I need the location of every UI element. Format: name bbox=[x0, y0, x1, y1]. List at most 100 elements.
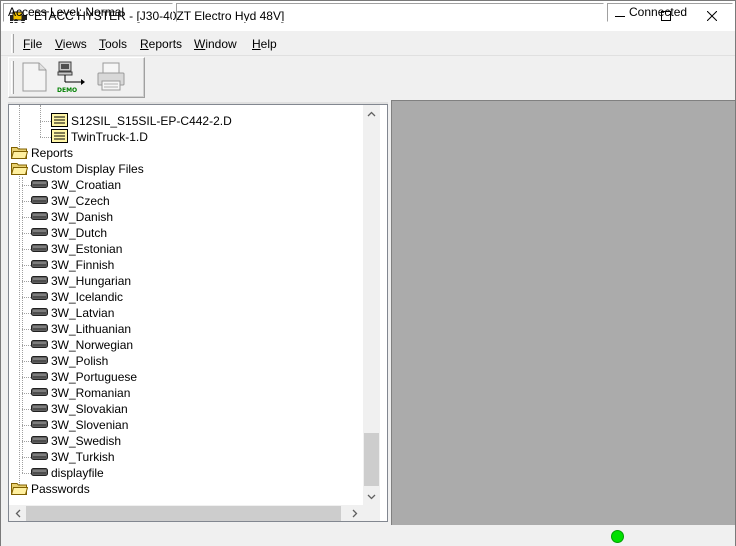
scroll-up-button[interactable] bbox=[363, 105, 380, 122]
tree-item[interactable]: 3W_Norwegian bbox=[31, 337, 133, 353]
tree-connector bbox=[22, 201, 31, 202]
tree-connector bbox=[22, 441, 31, 442]
tree-item[interactable]: Passwords bbox=[10, 481, 90, 498]
tree-item[interactable]: 3W_Slovenian bbox=[31, 417, 128, 433]
tree-item-label: 3W_Slovenian bbox=[51, 418, 129, 432]
menu-window[interactable]: Window bbox=[194, 37, 237, 51]
tree-item[interactable]: 3W_Polish bbox=[31, 353, 108, 369]
demo-button[interactable]: DEMO bbox=[55, 60, 89, 94]
tree-item[interactable]: S12SIL_S15SIL-EP-C442-2.D bbox=[51, 112, 232, 130]
tree-item-label: 3W_Hungarian bbox=[51, 274, 132, 288]
tree-item-label: displayfile bbox=[51, 466, 104, 480]
tree-item-label: 3W_Icelandic bbox=[51, 290, 124, 304]
menu-file[interactable]: File bbox=[23, 37, 42, 51]
access-level-status: Access Level: Normal bbox=[3, 3, 173, 22]
tree-connector bbox=[22, 233, 31, 234]
tree-connector bbox=[22, 473, 31, 474]
tree-item[interactable]: TwinTruck-1.D bbox=[51, 128, 148, 146]
tree-item[interactable]: 3W_Croatian bbox=[31, 177, 121, 193]
tree-item[interactable]: 3W_Swedish bbox=[31, 433, 121, 449]
tree-connector bbox=[22, 345, 31, 346]
tree-connector bbox=[19, 165, 20, 495]
menu-views-mnemonic: V bbox=[55, 37, 63, 51]
scroll-left-button[interactable] bbox=[9, 505, 26, 521]
tree-item[interactable]: Reports bbox=[10, 145, 73, 162]
scroll-right-button[interactable] bbox=[346, 505, 363, 521]
menu-tools-label: ools bbox=[105, 37, 128, 51]
chevron-down-icon bbox=[367, 494, 376, 499]
file-folder-icon bbox=[51, 112, 68, 130]
menu-reports[interactable]: Reports bbox=[140, 37, 182, 51]
tree-item[interactable]: 3W_Slovakian bbox=[31, 401, 128, 417]
demo-badge: DEMO bbox=[57, 87, 77, 94]
display-file-icon bbox=[31, 402, 48, 416]
display-file-icon bbox=[31, 210, 48, 224]
tree-connector bbox=[22, 361, 31, 362]
tree-item-label: 3W_Latvian bbox=[51, 306, 115, 320]
display-file-icon bbox=[31, 386, 48, 400]
chevron-up-icon bbox=[367, 111, 376, 116]
display-file-icon bbox=[31, 274, 48, 288]
tree-item[interactable]: 3W_Danish bbox=[31, 209, 113, 225]
tree-item[interactable]: 3W_Czech bbox=[31, 193, 110, 209]
tree-item-label: 3W_Norwegian bbox=[51, 338, 134, 352]
menu-views[interactable]: Views bbox=[55, 37, 87, 51]
menu-tools[interactable]: Tools bbox=[99, 37, 127, 51]
print-button[interactable] bbox=[94, 60, 128, 94]
tree-connector bbox=[22, 313, 31, 314]
chevron-left-icon bbox=[15, 509, 20, 518]
vertical-scrollbar[interactable] bbox=[363, 105, 380, 505]
tree-item[interactable]: 3W_Lithuanian bbox=[31, 321, 131, 337]
scroll-down-button[interactable] bbox=[363, 488, 380, 505]
display-file-icon bbox=[31, 418, 48, 432]
file-folder-icon bbox=[51, 128, 68, 146]
tree-item[interactable]: 3W_Dutch bbox=[31, 225, 107, 241]
tree-item[interactable]: 3W_Finnish bbox=[31, 257, 114, 273]
display-file-icon bbox=[31, 354, 48, 368]
scrollbar-corner bbox=[363, 505, 380, 521]
tree-item[interactable]: 3W_Romanian bbox=[31, 385, 130, 401]
tree-item-label: 3W_Polish bbox=[51, 354, 109, 368]
app-window: ETACC HYSTER - [J30-40ZT Electro Hyd 48V… bbox=[0, 0, 736, 546]
chevron-right-icon bbox=[352, 509, 357, 518]
toolbar-grip[interactable] bbox=[11, 61, 14, 94]
display-file-icon bbox=[31, 242, 48, 256]
tree-connector bbox=[22, 249, 31, 250]
tree-content: S12SIL_S15SIL-EP-C442-2.D TwinTruck-1.D Re… bbox=[9, 105, 363, 505]
new-button[interactable] bbox=[17, 60, 51, 94]
tree-item[interactable]: 3W_Hungarian bbox=[31, 273, 131, 289]
new-document-icon bbox=[22, 62, 47, 92]
tree-item[interactable]: Custom Display Files bbox=[10, 161, 144, 177]
vertical-scroll-thumb[interactable] bbox=[364, 433, 379, 486]
tree-item[interactable]: 3W_Latvian bbox=[31, 305, 114, 321]
menu-views-label: iews bbox=[62, 37, 87, 51]
tree-item[interactable]: 3W_Portuguese bbox=[31, 369, 137, 385]
tree-item[interactable]: 3W_Turkish bbox=[31, 449, 115, 465]
tree-item[interactable]: 3W_Estonian bbox=[31, 241, 122, 257]
tree-view[interactable]: S12SIL_S15SIL-EP-C442-2.D TwinTruck-1.D Re… bbox=[8, 104, 388, 522]
display-file-icon bbox=[31, 322, 48, 336]
menu-window-mnemonic: W bbox=[194, 37, 206, 51]
tree-item-label: TwinTruck-1.D bbox=[71, 130, 148, 144]
mdi-workspace[interactable] bbox=[391, 100, 735, 525]
menu-grip[interactable] bbox=[11, 34, 14, 53]
open-folder-icon bbox=[10, 481, 29, 498]
display-file-icon bbox=[31, 370, 48, 384]
tree-item-label: 3W_Swedish bbox=[51, 434, 122, 448]
tree-item-label: 3W_Portuguese bbox=[51, 370, 138, 384]
display-file-icon bbox=[31, 434, 48, 448]
open-folder-icon bbox=[10, 145, 29, 162]
tree-item[interactable]: displayfile bbox=[31, 465, 104, 481]
tree-item[interactable]: 3W_Icelandic bbox=[31, 289, 123, 305]
horizontal-scroll-thumb[interactable] bbox=[26, 506, 341, 521]
display-file-icon bbox=[31, 290, 48, 304]
display-file-icon bbox=[31, 466, 48, 480]
tree-item-label: Passwords bbox=[31, 482, 90, 496]
tree-item-label: 3W_Croatian bbox=[51, 178, 122, 192]
menu-help[interactable]: Help bbox=[252, 37, 277, 51]
display-file-icon bbox=[31, 450, 48, 464]
tree-connector bbox=[22, 177, 23, 473]
horizontal-scrollbar[interactable] bbox=[9, 505, 363, 521]
tree-item-label: 3W_Czech bbox=[51, 194, 110, 208]
tree-connector bbox=[22, 185, 31, 186]
